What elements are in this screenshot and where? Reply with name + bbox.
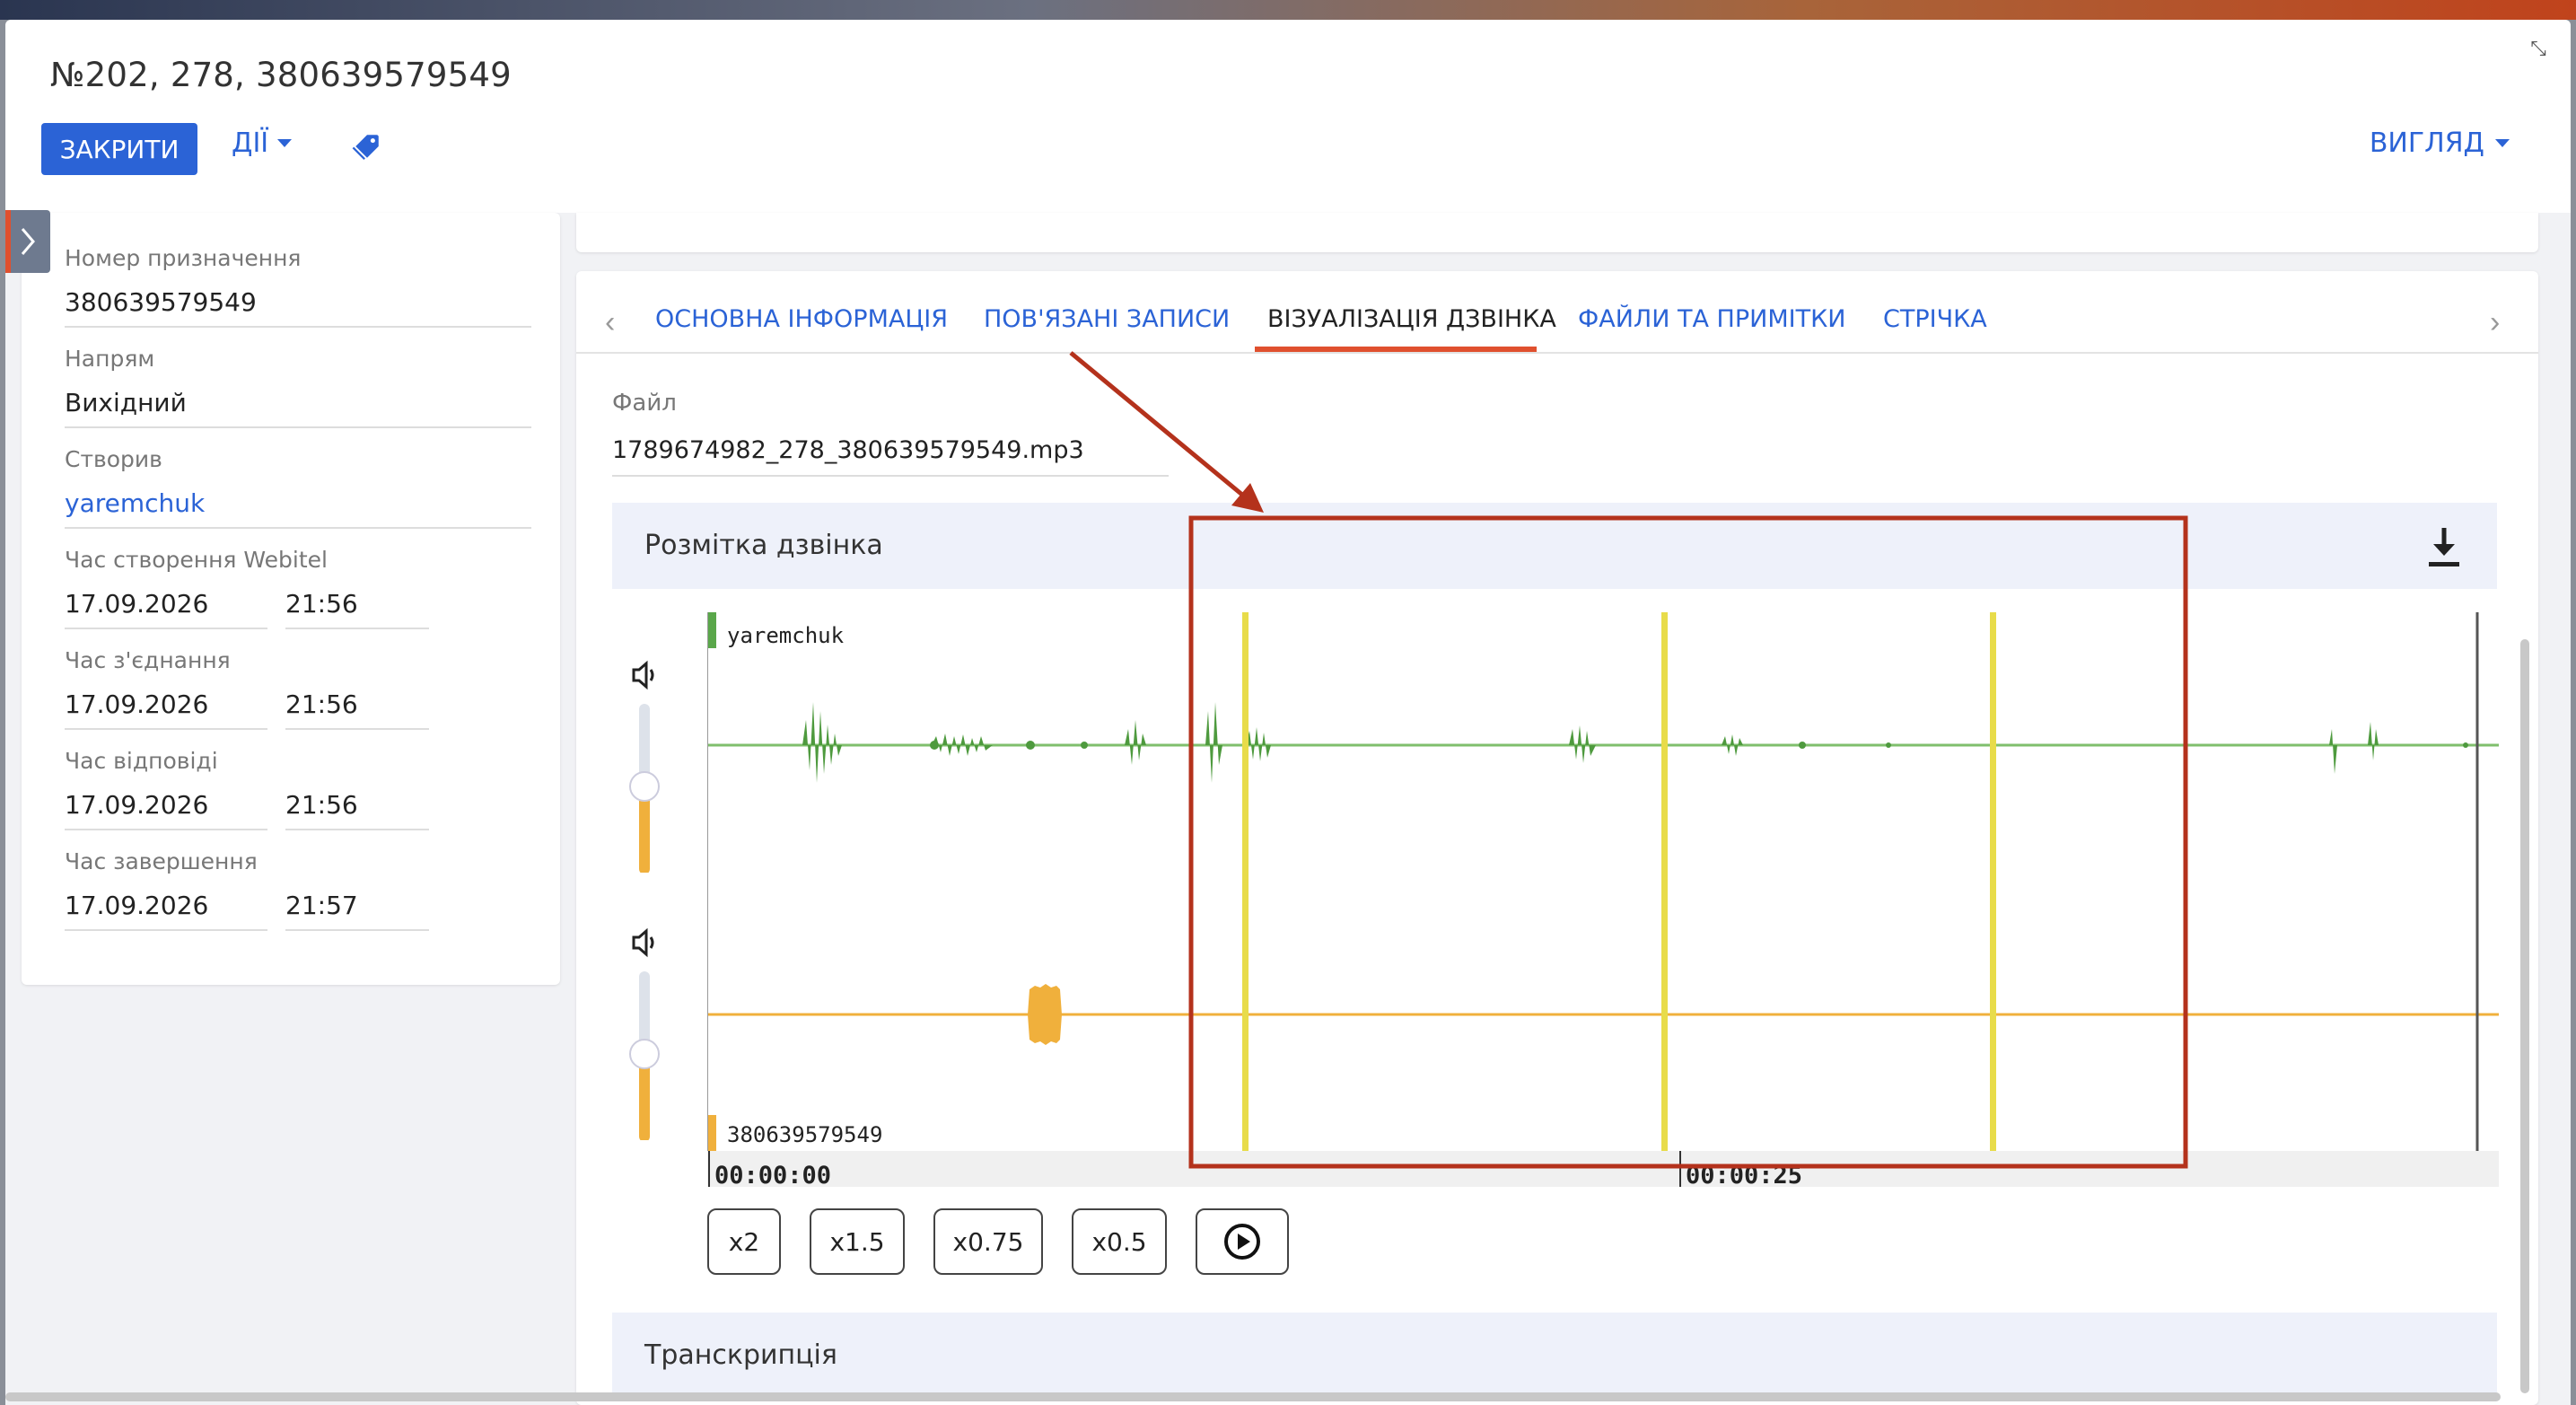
horizontal-scrollbar[interactable] <box>5 1392 2501 1401</box>
chevron-down-icon <box>277 139 293 147</box>
desktop-background-strip <box>0 0 2576 20</box>
play-button[interactable] <box>1196 1208 1289 1275</box>
connected-time-field: Час з'єднання 17.09.2026 21:56 <box>65 647 531 730</box>
date-value: 17.09.2026 <box>65 589 267 629</box>
vertical-scrollbar[interactable] <box>2520 639 2529 1393</box>
collapse-window-icon[interactable]: ⤡ <box>2526 36 2551 61</box>
timeline-start: 00:00:00 <box>714 1162 831 1187</box>
track2-marker <box>707 1115 716 1151</box>
date-value: 17.09.2026 <box>65 790 267 830</box>
field-label: Час створення Webitel <box>65 547 328 573</box>
marker-line <box>1990 612 1996 1151</box>
field-label: Створив <box>65 446 162 472</box>
call-markup-header: Розмітка дзвінка <box>612 503 2497 589</box>
actions-dropdown[interactable]: ДІЇ <box>232 127 293 159</box>
marker-line <box>1661 612 1668 1151</box>
details-panel: Номер призначення 380639579549 Напрям Ви… <box>22 213 560 985</box>
marker-line <box>1242 612 1249 1151</box>
tab-bar: ‹ ОСНОВНА ІНФОРМАЦІЯ ПОВ'ЯЗАНІ ЗАПИСИ ВІ… <box>576 271 2538 354</box>
field-value: 380639579549 <box>65 287 531 328</box>
track1-marker <box>707 612 716 648</box>
tab-related-records[interactable]: ПОВ'ЯЗАНІ ЗАПИСИ <box>984 305 1230 333</box>
view-label: ВИГЛЯД <box>2369 127 2484 159</box>
created-by-field: Створив yaremchuk <box>65 446 531 529</box>
time-value: 21:56 <box>285 790 429 830</box>
ended-time-field: Час завершення 17.09.2026 21:57 <box>65 848 531 931</box>
volume-control-track2[interactable] <box>626 925 662 1140</box>
track2-label: 380639579549 <box>727 1122 882 1147</box>
track1-label: yaremchuk <box>727 623 845 648</box>
field-label: Час з'єднання <box>65 647 231 673</box>
transcription-header[interactable]: Транскрипція <box>612 1313 2497 1395</box>
timeline <box>707 1151 2499 1187</box>
time-value: 21:56 <box>285 689 429 730</box>
top-card <box>576 213 2538 252</box>
destination-field: Номер призначення 380639579549 <box>65 245 531 328</box>
file-label: Файл <box>612 390 677 417</box>
direction-field: Напрям Вихідний <box>65 346 531 428</box>
field-value: Вихідний <box>65 388 531 428</box>
field-label: Напрям <box>65 346 155 372</box>
tab-call-visualization[interactable]: ВІЗУАЛІЗАЦІЯ ДЗВІНКА <box>1267 305 1556 333</box>
tab-feed[interactable]: СТРІЧКА <box>1883 305 1987 333</box>
playback-speed-controls: x2 x1.5 x0.75 x0.5 <box>707 1208 1289 1275</box>
volume-control-track1[interactable] <box>626 657 662 873</box>
main-card: ‹ ОСНОВНА ІНФОРМАЦІЯ ПОВ'ЯЗАНІ ЗАПИСИ ВІ… <box>576 271 2538 1405</box>
actions-label: ДІЇ <box>232 127 269 159</box>
speed-x2-button[interactable]: x2 <box>707 1208 781 1275</box>
timeline-mid: 00:00:25 <box>1686 1162 1802 1187</box>
track1-waveform <box>802 702 2468 783</box>
tab-main-info[interactable]: ОСНОВНА ІНФОРМАЦІЯ <box>655 305 948 333</box>
field-label: Час завершення <box>65 848 258 874</box>
speed-x0-5-button[interactable]: x0.5 <box>1072 1208 1167 1275</box>
track2-waveform <box>1028 984 1062 1045</box>
created-by-link[interactable]: yaremchuk <box>65 488 531 529</box>
chevron-right-icon[interactable]: › <box>2490 305 2500 340</box>
close-button[interactable]: ЗАКРИТИ <box>41 123 197 175</box>
call-record-window: ⤡ №202, 278, 380639579549 ЗАКРИТИ ДІЇ ВИ… <box>5 20 2571 1405</box>
file-name: 1789674982_278_380639579549.mp3 <box>612 436 1169 477</box>
field-label: Номер призначення <box>65 245 302 271</box>
tag-icon[interactable] <box>352 131 382 162</box>
tab-files-notes[interactable]: ФАЙЛИ ТА ПРИМІТКИ <box>1578 305 1845 333</box>
view-dropdown[interactable]: ВИГЛЯД <box>2370 127 2510 159</box>
speaker-icon <box>632 660 654 690</box>
waveform-display[interactable]: yaremchuk 380639579549 00:00:00 00:00:25 <box>707 612 2499 1187</box>
time-value: 21:56 <box>285 589 429 629</box>
field-label: Час відповіді <box>65 748 218 774</box>
transcription-title: Транскрипція <box>644 1339 837 1371</box>
date-value: 17.09.2026 <box>65 689 267 730</box>
page-title: №202, 278, 380639579549 <box>50 56 512 94</box>
call-markup-title: Розмітка дзвінка <box>644 530 883 561</box>
play-circle-icon <box>1224 1224 1260 1260</box>
download-icon[interactable] <box>2423 524 2465 569</box>
speed-x0-75-button[interactable]: x0.75 <box>933 1208 1043 1275</box>
speed-x1-5-button[interactable]: x1.5 <box>810 1208 905 1275</box>
answered-time-field: Час відповіді 17.09.2026 21:56 <box>65 748 531 830</box>
chevron-right-icon <box>21 228 35 255</box>
chevron-left-icon[interactable]: ‹ <box>605 305 615 340</box>
created-time-field: Час створення Webitel 17.09.2026 21:56 <box>65 547 531 629</box>
sidebar-toggle-button[interactable] <box>5 210 50 273</box>
chevron-down-icon <box>2495 139 2510 147</box>
active-tab-indicator <box>1255 347 1537 352</box>
time-value: 21:57 <box>285 891 429 931</box>
speaker-icon <box>632 927 654 958</box>
date-value: 17.09.2026 <box>65 891 267 931</box>
